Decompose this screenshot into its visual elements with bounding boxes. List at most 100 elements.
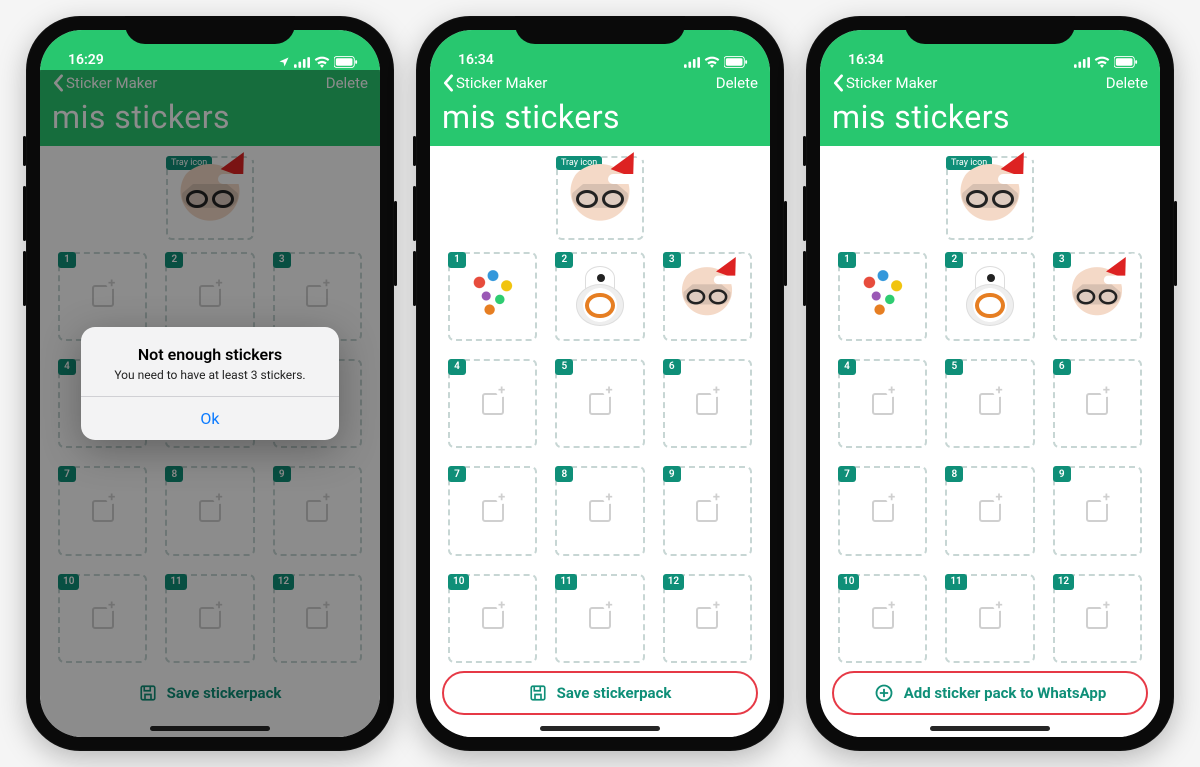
sticker-slot[interactable]: 5 <box>945 359 1034 448</box>
add-icon <box>979 393 1001 415</box>
add-icon <box>482 500 504 522</box>
alert-dialog: Not enough stickers You need to have at … <box>81 327 339 440</box>
sticker-slot[interactable]: 12 <box>1053 574 1142 663</box>
add-icon <box>872 393 894 415</box>
sticker-slot[interactable]: 6 <box>1053 359 1142 448</box>
back-label: Sticker Maker <box>846 74 937 92</box>
memoji-sticker <box>1068 267 1126 325</box>
save-stickerpack-button[interactable]: Save stickerpack <box>442 671 758 715</box>
sticker-slot[interactable]: 11 <box>555 574 644 663</box>
sticker-slot[interactable]: 1 <box>448 252 537 341</box>
tray-icon-slot[interactable]: Tray icon <box>946 156 1034 240</box>
signal-icon <box>1074 57 1090 68</box>
add-icon <box>872 500 894 522</box>
add-icon <box>482 393 504 415</box>
add-icon <box>589 500 611 522</box>
sticker-grid: 1 2 3 4 5 6 7 8 9 10 11 12 <box>832 252 1148 663</box>
back-button[interactable]: Sticker Maker <box>442 74 547 92</box>
delete-button[interactable]: Delete <box>1106 74 1148 92</box>
alert-message: You need to have at least 3 stickers. <box>97 368 323 382</box>
sticker-slot[interactable]: 12 <box>663 574 752 663</box>
sticker-slot[interactable]: 11 <box>945 574 1034 663</box>
sticker-slot[interactable]: 4 <box>838 359 927 448</box>
add-icon <box>696 607 718 629</box>
sticker-slot[interactable]: 10 <box>448 574 537 663</box>
add-icon <box>482 607 504 629</box>
slot-number: 2 <box>555 252 573 268</box>
slot-number: 11 <box>555 574 576 590</box>
balloons-sticker <box>849 262 917 330</box>
sticker-slot[interactable]: 10 <box>838 574 927 663</box>
tray-icon-slot[interactable]: Tray icon <box>556 156 644 240</box>
slot-number: 9 <box>1053 466 1071 482</box>
save-icon <box>529 684 547 702</box>
chevron-left-icon <box>832 74 844 92</box>
home-indicator[interactable] <box>930 726 1050 731</box>
content-area: Tray icon 1 2 3 4 5 6 7 8 9 10 11 12 <box>820 146 1160 663</box>
screen: 16:29 Sticker Maker Delete mis stickers … <box>40 30 380 737</box>
add-icon <box>979 500 1001 522</box>
slot-number: 9 <box>663 466 681 482</box>
sticker-slot[interactable]: 7 <box>448 466 537 555</box>
app-header: Sticker Maker Delete mis stickers <box>820 70 1160 146</box>
app-header: Sticker Maker Delete mis stickers <box>430 70 770 146</box>
slot-number: 6 <box>663 359 681 375</box>
memoji-sticker <box>566 164 634 232</box>
add-icon <box>979 607 1001 629</box>
add-icon <box>872 607 894 629</box>
phone-frame: 16:34 Sticker Maker Delete mis stickers … <box>806 16 1174 751</box>
slot-number: 12 <box>1053 574 1074 590</box>
sticker-slot[interactable]: 8 <box>555 466 644 555</box>
wifi-icon <box>1094 56 1110 68</box>
sticker-slot[interactable]: 4 <box>448 359 537 448</box>
status-time: 16:34 <box>848 52 884 68</box>
back-button[interactable]: Sticker Maker <box>832 74 937 92</box>
slot-number: 11 <box>945 574 966 590</box>
alert-ok-button[interactable]: Ok <box>81 397 339 440</box>
status-icons <box>684 56 748 68</box>
bb8-sticker <box>570 266 630 326</box>
slot-number: 3 <box>663 252 681 268</box>
slot-number: 7 <box>448 466 466 482</box>
slot-number: 6 <box>1053 359 1071 375</box>
slot-number: 1 <box>838 252 856 268</box>
slot-number: 4 <box>838 359 856 375</box>
screen: 16:34 Sticker Maker Delete mis stickers … <box>430 30 770 737</box>
sticker-slot[interactable]: 2 <box>555 252 644 341</box>
delete-button[interactable]: Delete <box>716 74 758 92</box>
alert-title: Not enough stickers <box>97 345 323 364</box>
battery-icon <box>1114 56 1138 68</box>
slot-number: 7 <box>838 466 856 482</box>
memoji-sticker <box>956 164 1024 232</box>
slot-number: 1 <box>448 252 466 268</box>
content-area: Tray icon 1 2 3 4 5 6 7 8 9 10 11 12 <box>430 146 770 663</box>
page-title: mis stickers <box>442 98 758 136</box>
home-indicator[interactable] <box>540 726 660 731</box>
sticker-slot[interactable]: 5 <box>555 359 644 448</box>
sticker-slot[interactable]: 2 <box>945 252 1034 341</box>
sticker-slot[interactable]: 7 <box>838 466 927 555</box>
sticker-slot[interactable]: 9 <box>663 466 752 555</box>
screen: 16:34 Sticker Maker Delete mis stickers … <box>820 30 1160 737</box>
phone-frame: 16:29 Sticker Maker Delete mis stickers … <box>26 16 394 751</box>
slot-number: 8 <box>945 466 963 482</box>
sticker-slot[interactable]: 9 <box>1053 466 1142 555</box>
sticker-slot[interactable]: 3 <box>1053 252 1142 341</box>
add-to-whatsapp-button[interactable]: Add sticker pack to WhatsApp <box>832 671 1148 715</box>
sticker-slot[interactable]: 6 <box>663 359 752 448</box>
slot-number: 10 <box>838 574 859 590</box>
sticker-slot[interactable]: 1 <box>838 252 927 341</box>
slot-number: 2 <box>945 252 963 268</box>
sticker-slot[interactable]: 3 <box>663 252 752 341</box>
battery-icon <box>724 56 748 68</box>
status-time: 16:34 <box>458 52 494 68</box>
sticker-slot[interactable]: 8 <box>945 466 1034 555</box>
back-label: Sticker Maker <box>456 74 547 92</box>
slot-number: 12 <box>663 574 684 590</box>
action-label: Save stickerpack <box>557 684 672 702</box>
balloons-sticker <box>459 262 527 330</box>
status-bar: 16:34 <box>820 30 1160 70</box>
chevron-left-icon <box>442 74 454 92</box>
slot-number: 4 <box>448 359 466 375</box>
signal-icon <box>684 57 700 68</box>
